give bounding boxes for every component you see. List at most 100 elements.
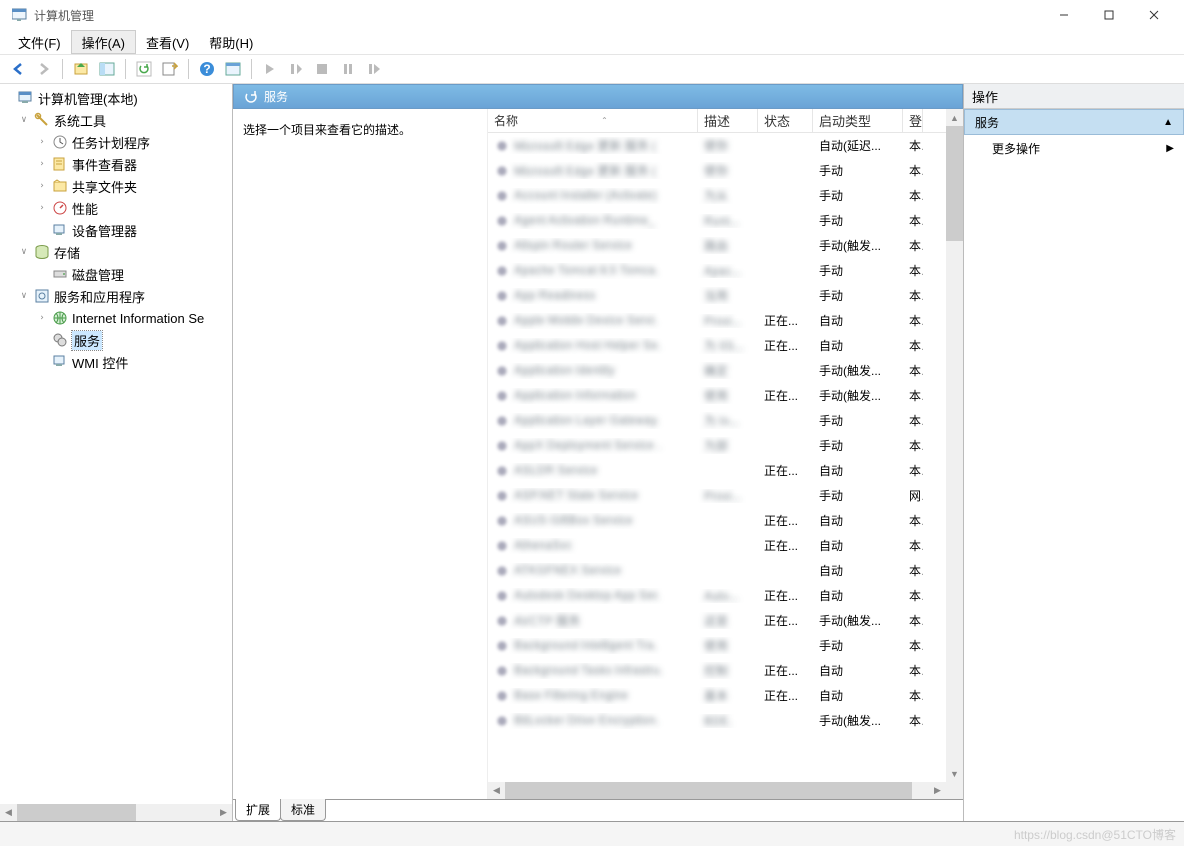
column-startup[interactable]: 启动类型 (813, 109, 903, 132)
pause-button[interactable] (336, 57, 360, 81)
column-status[interactable]: 状态 (758, 109, 813, 132)
export-list-button[interactable] (158, 57, 182, 81)
forward-button[interactable] (32, 57, 56, 81)
service-row[interactable]: ATKGFNEX Service自动本 (488, 558, 946, 583)
gear-icon (494, 713, 510, 729)
service-row[interactable]: Background Tasks Infrastru.控制正在...自动本 (488, 658, 946, 683)
service-row[interactable]: Application Layer Gateway.为 In...手动本 (488, 408, 946, 433)
service-row[interactable]: App Readiness当用手动本 (488, 283, 946, 308)
view-mode-button[interactable] (221, 57, 245, 81)
service-name: Background Intelligent Tra. (514, 638, 657, 652)
service-startup: 自动 (813, 312, 903, 329)
gear-icon (494, 388, 510, 404)
service-logon: 本 (903, 137, 923, 154)
tab-extended[interactable]: 扩展 (235, 799, 281, 821)
service-name: Base Filtering Engine (514, 688, 628, 702)
service-status: 正在... (758, 687, 813, 704)
service-row[interactable]: ASLDR Service正在...自动本 (488, 458, 946, 483)
service-startup: 手动(触发... (813, 712, 903, 729)
stop-service-button[interactable] (310, 57, 334, 81)
pause-service-button[interactable] (284, 57, 308, 81)
service-row[interactable]: BitLocker Drive Encryption.BDE.手动(触发...本 (488, 708, 946, 733)
gear-icon (494, 563, 510, 579)
column-name[interactable]: 名称⌃ (488, 109, 698, 132)
maximize-button[interactable] (1086, 0, 1131, 30)
tab-standard[interactable]: 标准 (280, 799, 326, 821)
separator (125, 59, 126, 79)
tree-label: 服务 (72, 331, 102, 350)
service-name: Microsoft Edge 更新 服务 ( (514, 164, 656, 178)
service-row[interactable]: Account Installer (Activate)为从手动本 (488, 183, 946, 208)
tree-system-tools[interactable]: ∨ 系统工具 (0, 109, 232, 131)
up-button[interactable] (69, 57, 93, 81)
tree-root[interactable]: 计算机管理(本地) (0, 87, 232, 109)
service-row[interactable]: Application Host Helper Se.为 IIS...正在...… (488, 333, 946, 358)
service-row[interactable]: Microsoft Edge 更新 服务 (使你手动本 (488, 158, 946, 183)
column-description[interactable]: 描述 (698, 109, 758, 132)
service-row[interactable]: Base Filtering Engine基本正在...自动本 (488, 683, 946, 708)
service-name: Apple Mobile Device Servi. (514, 313, 657, 327)
service-row[interactable]: Apple Mobile Device Servi.Provi...正在...自… (488, 308, 946, 333)
show-hide-tree-button[interactable] (95, 57, 119, 81)
actions-more-row[interactable]: 更多操作 ▶ (964, 135, 1184, 161)
tree-disk-management[interactable]: 磁盘管理 (0, 263, 232, 285)
service-row[interactable]: AVCTP 服务这是正在...手动(触发...本 (488, 608, 946, 633)
service-row[interactable]: ASUS GiftBox Service正在...自动本 (488, 508, 946, 533)
close-button[interactable] (1131, 0, 1176, 30)
service-row[interactable]: Microsoft Edge 更新 服务 (使你自动(延迟...本 (488, 133, 946, 158)
service-startup: 自动 (813, 587, 903, 604)
tree-label: 服务和应用程序 (54, 287, 145, 306)
start-service-button[interactable] (258, 57, 282, 81)
service-row[interactable]: ASP.NET State ServiceProvi...手动网 (488, 483, 946, 508)
menu-action[interactable]: 操作(A) (71, 30, 136, 54)
tree-shared-folders[interactable]: › 共享文件夹 (0, 175, 232, 197)
service-row[interactable]: Apache Tomcat 8.5 Tomca.Apac...手动本 (488, 258, 946, 283)
service-row[interactable]: Agent Activation Runtime_Runt...手动本 (488, 208, 946, 233)
back-button[interactable] (6, 57, 30, 81)
menu-file[interactable]: 文件(F) (8, 30, 71, 54)
tree-horizontal-scrollbar[interactable]: ◀▶ (0, 804, 232, 821)
vertical-scrollbar[interactable]: ▲▼ (946, 109, 963, 782)
service-row[interactable]: Application Identity确定手动(触发...本 (488, 358, 946, 383)
tree-storage[interactable]: ∨ 存储 (0, 241, 232, 263)
tree-performance[interactable]: › 性能 (0, 197, 232, 219)
tree-event-viewer[interactable]: › 事件查看器 (0, 153, 232, 175)
service-row[interactable]: Application Information使用正在...手动(触发...本 (488, 383, 946, 408)
actions-header: 操作 (964, 84, 1184, 109)
help-button[interactable]: ? (195, 57, 219, 81)
minimize-button[interactable] (1041, 0, 1086, 30)
services-header: 服务 (233, 84, 963, 109)
service-desc: 控制 (704, 664, 728, 678)
tree-label: 磁盘管理 (72, 265, 124, 284)
menu-help[interactable]: 帮助(H) (199, 30, 263, 54)
service-name: AppX Deployment Service . (514, 438, 661, 452)
tree-wmi[interactable]: WMI 控件 (0, 351, 232, 373)
restart-service-button[interactable] (362, 57, 386, 81)
tree-iis[interactable]: › Internet Information Se (0, 307, 232, 329)
column-logon[interactable]: 登 (903, 109, 923, 132)
service-startup: 手动(触发... (813, 362, 903, 379)
horizontal-scrollbar[interactable]: ◀▶ (488, 782, 946, 799)
service-row[interactable]: Autodesk Desktop App Ser.Auto...正在...自动本 (488, 583, 946, 608)
tree-services[interactable]: 服务 (0, 329, 232, 351)
refresh-icon[interactable] (242, 89, 258, 105)
menu-view[interactable]: 查看(V) (136, 30, 199, 54)
tree-task-scheduler[interactable]: › 任务计划程序 (0, 131, 232, 153)
statusbar: https://blog.csdn@51CTO博客 (0, 822, 1184, 846)
collapse-arrow-icon: ▲ (1163, 117, 1173, 128)
service-logon: 本 (903, 562, 923, 579)
service-row[interactable]: AthenaSvc正在...自动本 (488, 533, 946, 558)
tree-services-apps[interactable]: ∨ 服务和应用程序 (0, 285, 232, 307)
service-row[interactable]: Background Intelligent Tra.使用手动本 (488, 633, 946, 658)
tree-device-manager[interactable]: 设备管理器 (0, 219, 232, 241)
service-desc: Runt... (704, 214, 739, 228)
service-logon: 本 (903, 462, 923, 479)
service-startup: 自动 (813, 337, 903, 354)
refresh-button[interactable] (132, 57, 156, 81)
service-status: 正在... (758, 387, 813, 404)
service-logon: 本 (903, 387, 923, 404)
service-row[interactable]: AppX Deployment Service .为部手动本 (488, 433, 946, 458)
actions-services-row[interactable]: 服务 ▲ (964, 109, 1184, 135)
service-row[interactable]: Allspin Router Service路由手动(触发...本 (488, 233, 946, 258)
service-logon: 本 (903, 412, 923, 429)
